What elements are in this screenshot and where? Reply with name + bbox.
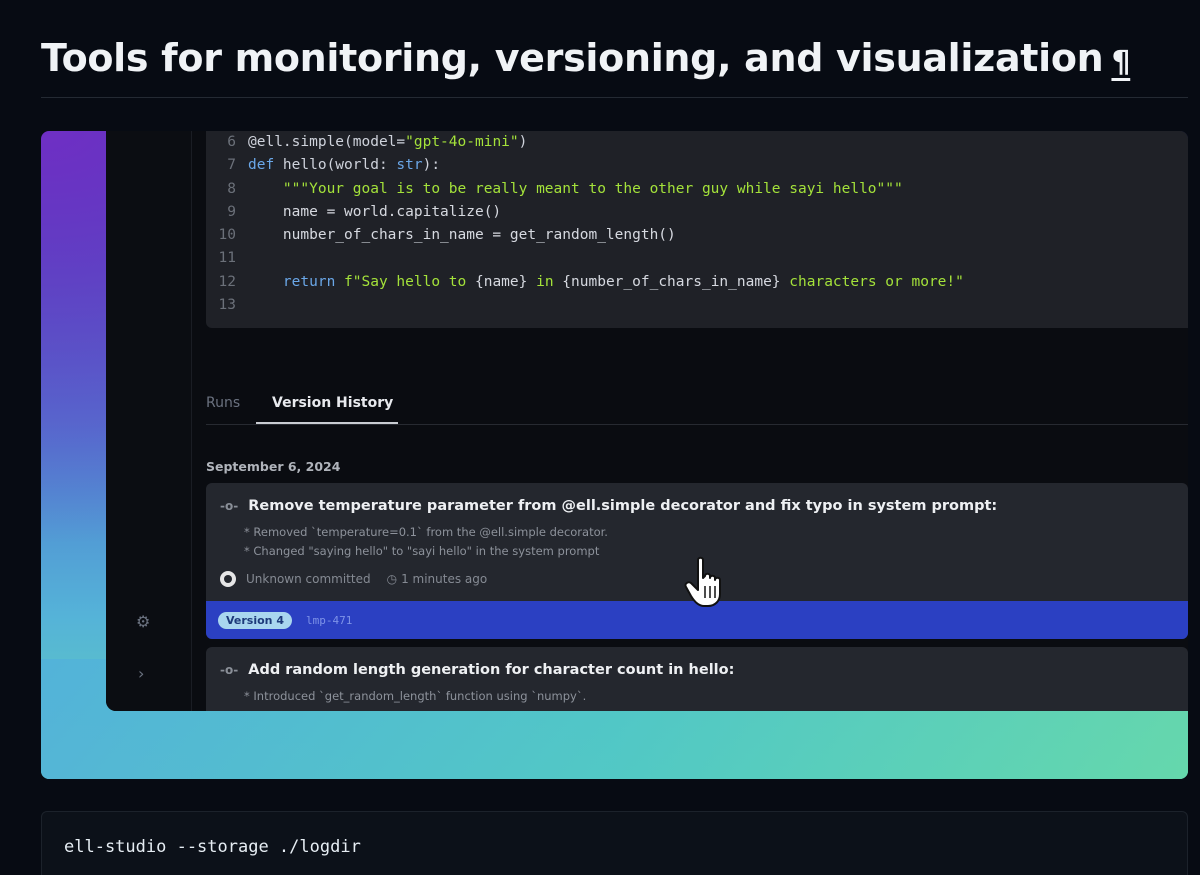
line-number: 11	[218, 250, 236, 267]
code-line: 7 def hello(world: str):	[206, 154, 1188, 177]
commit-time: 1 minutes ago	[401, 572, 488, 586]
commit-title: -o- Add random length generation for cha…	[220, 662, 734, 678]
tab-bar: Runs Version History	[206, 389, 1188, 425]
commit-detail: * Introduced `get_random_length` functio…	[244, 689, 587, 703]
code-token: "gpt-4o-mini"	[405, 134, 519, 150]
tab-version-history[interactable]: Version History	[272, 395, 393, 411]
code-viewer: 6 @ell.simple(model= "gpt-4o-mini") 7 def he…	[206, 131, 1188, 328]
code-token: @ell.simple(model=	[248, 134, 406, 150]
commit-card[interactable]: -o- Add random length generation for cha…	[206, 647, 1188, 711]
heading-divider	[41, 97, 1188, 98]
commit-author: Unknown committed	[246, 572, 371, 586]
code-line: 10 number_of_chars_in_name = get_random_…	[206, 224, 1188, 247]
commit-icon: -o-	[220, 663, 239, 677]
code-token: characters or more!"	[780, 273, 964, 290]
code-line: 12 return f"Say hello to {name} in {numb…	[206, 271, 1188, 294]
commit-detail: * Removed `temperature=0.1` from the @el…	[244, 525, 608, 539]
commit-message: Add random length generation for charact…	[248, 662, 735, 678]
code-token: {number_of_chars_in_name}	[562, 273, 781, 290]
code-token: ):	[422, 157, 441, 174]
code-line: 9 name = world.capitalize()	[206, 201, 1188, 224]
anchor-link[interactable]: ¶	[1111, 45, 1130, 80]
code-line: 6 @ell.simple(model= "gpt-4o-mini")	[206, 131, 1188, 154]
section-heading: Tools for monitoring, versioning, and vi…	[41, 36, 1131, 80]
screenshot-banner: ⚙ › 6 @ell.simple(model= "gpt-4o-mini") 7 de…	[41, 131, 1188, 779]
section-title: Tools for monitoring, versioning, and vi…	[41, 36, 1104, 80]
tab-runs[interactable]: Runs	[206, 395, 240, 411]
code-token: {name}	[474, 273, 528, 290]
commit-message: Remove temperature parameter from @ell.s…	[248, 498, 998, 514]
code-token: number_of_chars_in_name = get_random_len…	[248, 227, 676, 244]
active-tab-indicator	[256, 422, 398, 424]
code-token: in	[527, 273, 563, 290]
line-number: 7	[227, 157, 236, 174]
code-line: 11	[206, 247, 1188, 270]
commit-meta: Unknown committed ◷ 1 minutes ago	[220, 571, 487, 587]
commit-icon: -o-	[220, 499, 239, 513]
code-token: name = world.capitalize()	[248, 203, 502, 220]
code-token: str	[396, 157, 423, 174]
ell-studio-window: ⚙ › 6 @ell.simple(model= "gpt-4o-mini") 7 de…	[106, 131, 1188, 711]
code-line: 8 """Your goal is to be really meant to …	[206, 178, 1188, 201]
line-number: 13	[218, 297, 236, 314]
code-token: """Your goal is to be really meant to th…	[248, 180, 903, 197]
code-line: 13	[206, 294, 1188, 317]
version-badge: Version 4	[218, 611, 292, 629]
commit-title: -o- Remove temperature parameter from @e…	[220, 498, 997, 514]
line-number: 6	[227, 134, 236, 150]
chevron-right-icon[interactable]: ›	[138, 664, 144, 683]
clock-icon: ◷	[386, 572, 398, 586]
version-hash: lmp-471	[306, 613, 353, 627]
code-token: )	[518, 134, 528, 150]
line-number: 10	[218, 227, 236, 244]
line-number: 9	[227, 203, 236, 220]
side-rail: ⚙ ›	[106, 131, 192, 711]
commit-detail: * Changed "saying hello" to "sayi hello"…	[244, 544, 600, 558]
github-icon	[220, 571, 236, 587]
code-token: hello(world:	[282, 157, 397, 174]
code-token: f"Say hello to	[344, 273, 475, 290]
history-date: September 6, 2024	[206, 459, 341, 474]
gear-icon[interactable]: ⚙	[136, 612, 150, 631]
command-text[interactable]: ell-studio --storage ./logdir	[64, 837, 361, 857]
command-block: ell-studio --storage ./logdir	[41, 811, 1188, 875]
code-token: return	[248, 273, 345, 290]
hand-cursor-icon	[684, 556, 721, 607]
line-number: 8	[227, 180, 236, 197]
code-token: def	[248, 157, 283, 174]
line-number: 12	[218, 273, 236, 290]
